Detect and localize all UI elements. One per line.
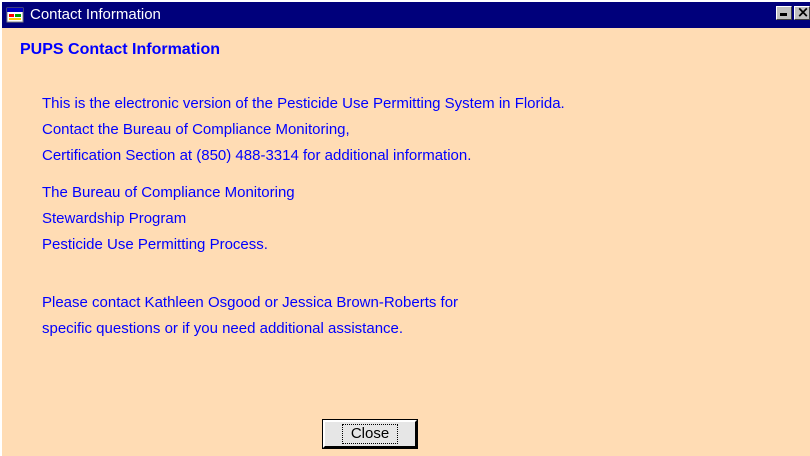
intro-paragraph: This is the electronic version of the Pe… [42, 91, 565, 169]
intro-line-2: Contact the Bureau of Compliance Monitor… [42, 121, 350, 138]
contact-line-1: Please contact Kathleen Osgood or Jessic… [42, 294, 459, 311]
minimize-button[interactable] [776, 6, 792, 20]
window-controls: × [776, 3, 810, 21]
window-title: Contact Information [30, 6, 161, 23]
bureau-line-2: Stewardship Program [42, 210, 187, 227]
contact-paragraph: Please contact Kathleen Osgood or Jessic… [42, 290, 458, 342]
contact-line-2: specific questions or if you need additi… [42, 320, 404, 337]
close-window-button[interactable]: × [794, 3, 810, 21]
app-window-icon [6, 6, 24, 24]
close-icon: × [796, 3, 810, 21]
title-bar[interactable]: Contact Information × [2, 2, 810, 28]
close-button[interactable]: Close [322, 419, 418, 449]
intro-line-3: Certification Section at (850) 488-3314 … [42, 147, 472, 164]
intro-line-1: This is the electronic version of the Pe… [42, 95, 565, 112]
close-button-label: Close [341, 424, 399, 444]
page-heading: PUPS Contact Information [20, 41, 221, 58]
contact-information-window: Contact Information × PUPS Contact Infor… [0, 0, 810, 456]
bureau-line-3: Pesticide Use Permitting Process. [42, 236, 268, 253]
bureau-line-1: The Bureau of Compliance Monitoring [42, 184, 295, 201]
bureau-paragraph: The Bureau of Compliance Monitoring Stew… [42, 180, 295, 258]
minimize-icon [780, 13, 787, 16]
